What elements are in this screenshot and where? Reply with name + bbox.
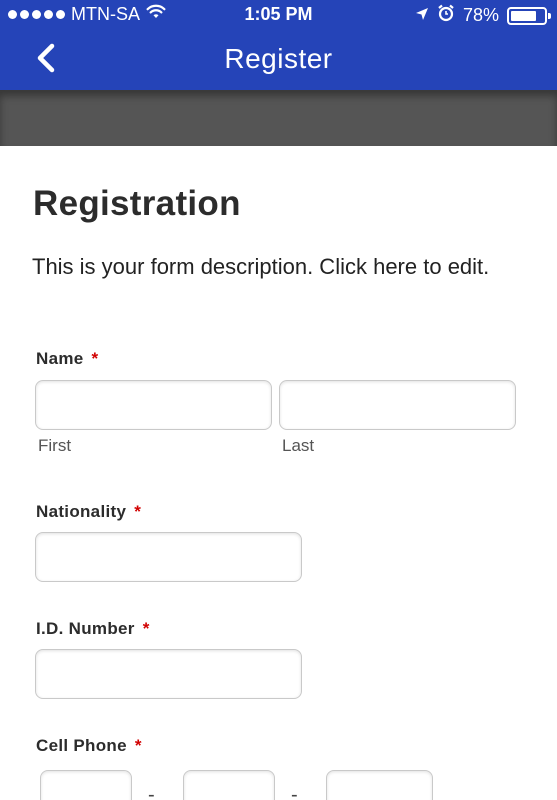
registration-form: Registration This is your form descripti… (0, 146, 557, 800)
first-name-sublabel: First (38, 436, 72, 455)
status-bar-right: 78% (415, 4, 551, 27)
nationality-input[interactable] (35, 532, 302, 582)
last-name-input[interactable] (279, 380, 516, 430)
status-bar: MTN-SA 1:05 PM 78% (0, 0, 557, 30)
cell-phone-part1-input[interactable] (40, 770, 132, 800)
nationality-label: Nationality * (36, 502, 141, 522)
phone-separator: - (291, 784, 298, 800)
required-asterisk: * (91, 349, 99, 368)
form-description[interactable]: This is your form description. Click her… (32, 252, 532, 281)
name-label: Name * (36, 349, 98, 369)
nationality-label-text: Nationality (36, 502, 127, 521)
id-number-label-text: I.D. Number (36, 619, 135, 638)
battery-icon (507, 6, 551, 25)
nav-bar: Register (0, 30, 557, 90)
form-title: Registration (33, 184, 241, 223)
last-name-sublabel: Last (282, 436, 315, 455)
alarm-icon (437, 4, 455, 27)
location-arrow-icon (415, 5, 429, 26)
required-asterisk: * (142, 619, 150, 638)
cell-phone-label-text: Cell Phone (36, 736, 127, 755)
nav-title: Register (224, 43, 333, 74)
cell-phone-part2-input[interactable] (183, 770, 275, 800)
cell-phone-part3-input[interactable] (326, 770, 433, 800)
name-label-text: Name (36, 349, 84, 368)
first-name-input[interactable] (35, 380, 272, 430)
id-number-label: I.D. Number * (36, 619, 150, 639)
required-asterisk: * (134, 736, 142, 755)
id-number-input[interactable] (35, 649, 302, 699)
battery-percent: 78% (462, 5, 499, 25)
phone-separator: - (148, 784, 155, 800)
battery-level (511, 10, 536, 21)
cell-phone-label: Cell Phone * (36, 736, 142, 756)
header-band (0, 90, 557, 146)
required-asterisk: * (134, 502, 142, 521)
